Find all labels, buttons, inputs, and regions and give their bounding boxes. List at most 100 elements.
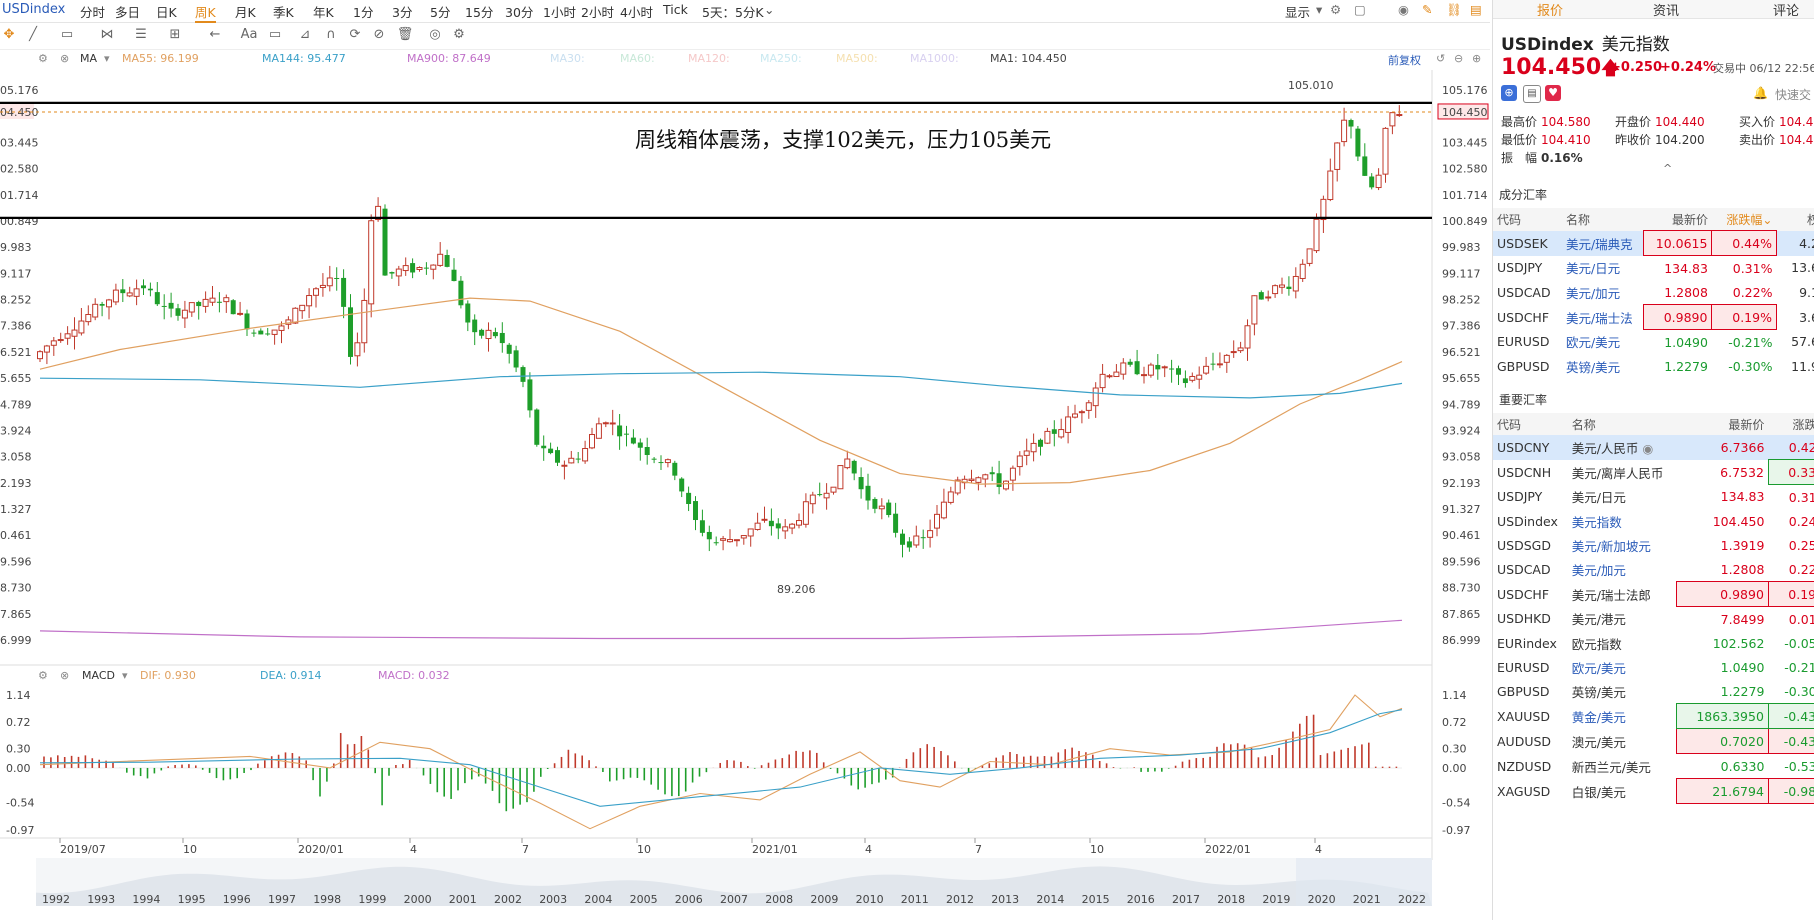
tab-timeframe-tick[interactable]: Tick	[663, 2, 688, 17]
symbol-label[interactable]: USDindex	[2, 2, 65, 17]
table-row[interactable]: USDHKD 美元/港元 7.8499 0.01%	[1493, 607, 1814, 632]
table-row[interactable]: USDSGD 美元/新加坡元 1.3919 0.25%	[1493, 533, 1814, 557]
table-row[interactable]: GBPUSD 英镑/美元 1.2279 -0.30% 11.9	[1493, 354, 1814, 378]
table-row[interactable]: EURindex 欧元指数 102.562 -0.05%	[1493, 631, 1814, 655]
comment-tool-icon[interactable]: ▭	[266, 27, 284, 43]
candle-up	[1292, 275, 1299, 292]
col-price[interactable]: 最新价	[1677, 413, 1769, 435]
globe-icon[interactable]: ⊕	[1501, 85, 1517, 101]
tab-timeframe-5min[interactable]: 5分	[430, 2, 450, 21]
table-row[interactable]: USDJPY 美元/日元 134.83 0.31%	[1493, 485, 1814, 510]
eye-icon[interactable]: ◉	[1642, 441, 1653, 456]
adjust-button[interactable]: 前复权	[1388, 52, 1421, 68]
price-axis-label: 99.983	[1442, 241, 1481, 254]
text-tool-icon[interactable]: Aa	[240, 27, 258, 43]
tab-timeframe-15min[interactable]: 15分	[465, 2, 493, 21]
pen-icon[interactable]: ✎	[1422, 2, 1432, 17]
tab-timeframe-5day[interactable]: 5天：5分K	[702, 2, 764, 21]
trash-icon[interactable]: 🗑	[396, 27, 414, 43]
camera-icon[interactable]: ◉	[1398, 2, 1409, 17]
tab-timeframe-2h[interactable]: 2小时	[581, 2, 614, 21]
ma-indicator-label[interactable]: MA	[80, 52, 97, 65]
table-row[interactable]: NZDUSD 新西兰元/美元 0.6330 -0.53%	[1493, 754, 1814, 779]
line-tool-icon[interactable]: ╱	[24, 27, 42, 43]
ruler-tool-icon[interactable]: ⊿	[296, 27, 314, 43]
year-axis-label: 2012	[946, 893, 974, 906]
tab-timeframe-month[interactable]: 月K	[235, 2, 256, 21]
display-menu[interactable]: 显示	[1285, 2, 1310, 21]
table-row[interactable]: XAUUSD 黄金/美元 1863.3950-0.43%	[1493, 703, 1814, 729]
col-change[interactable]: 涨跌幅⌄	[1712, 208, 1777, 231]
tab-timeframe-year[interactable]: 年K	[313, 2, 334, 21]
plus-icon[interactable]: ⊕	[1472, 52, 1481, 65]
link-icon[interactable]: ⛓	[1446, 2, 1462, 18]
measure-tool-icon[interactable]: ⊞	[166, 27, 184, 43]
tab-timeframe-quarter[interactable]: 季K	[273, 2, 294, 21]
col-change[interactable]: 涨跌幅	[1768, 413, 1814, 435]
tab-timeframe-4h[interactable]: 4小时	[620, 2, 653, 21]
table-row[interactable]: USDCHF 美元/瑞士法郎 0.98900.19%	[1493, 581, 1814, 607]
gear-icon[interactable]: ⚙	[38, 52, 48, 65]
row-code: USDCNH	[1497, 464, 1552, 480]
table-row[interactable]: USDCNH 美元/离岸人民币 6.75320.33%	[1493, 459, 1814, 485]
gear-icon[interactable]: ⚙	[450, 27, 468, 43]
tab-timeframe-1min[interactable]: 1分	[353, 2, 373, 21]
reset-icon[interactable]: ↺	[1436, 52, 1445, 65]
table-row[interactable]: USDCNY 美元/人民币 ◉ 6.7366 0.42%	[1493, 435, 1814, 460]
chevron-down-icon[interactable]: ▾	[122, 669, 128, 682]
macd-indicator-label[interactable]: MACD	[82, 669, 115, 682]
table-row[interactable]: XAGUSD 白银/美元 21.6794-0.98%	[1493, 778, 1814, 804]
bell-icon[interactable]: 🔔	[1753, 86, 1768, 100]
tab-timeframe-week[interactable]: 周K	[195, 2, 216, 23]
table-row[interactable]: USDCAD 美元/加元 1.2808 0.22% 9.1	[1493, 280, 1814, 305]
note-icon[interactable]: ▤	[1523, 85, 1541, 103]
table-row[interactable]: GBPUSD 英镑/美元 1.2279 -0.30%	[1493, 679, 1814, 704]
table-row[interactable]: USDindex 美元指数 104.450 0.24%	[1493, 509, 1814, 533]
table-row[interactable]: USDJPY 美元/日元 134.83 0.31% 13.6	[1493, 256, 1814, 281]
gear-icon[interactable]: ⚙	[1330, 2, 1341, 17]
tab-timeframe-fenshi[interactable]: 分时	[80, 2, 105, 21]
price-axis-label-left: 9.117	[0, 267, 32, 280]
hide-tool-icon[interactable]: ⊘	[370, 27, 388, 43]
tab-comments[interactable]: 评论	[1773, 0, 1799, 19]
crosshair-icon[interactable]: ✥	[0, 27, 18, 43]
layout-icon[interactable]: ▢	[1354, 2, 1366, 17]
arrow-tool-icon[interactable]: ←	[206, 27, 224, 43]
favorite-icon[interactable]: ♥	[1545, 85, 1561, 101]
candle-up	[361, 299, 368, 344]
sync-tool-icon[interactable]: ⟳	[346, 27, 364, 43]
document-icon[interactable]: ▤	[1470, 2, 1482, 17]
tab-timeframe-multiday[interactable]: 多日	[115, 2, 140, 21]
collapse-icon[interactable]: ^	[1663, 162, 1672, 175]
row-code: USDCNY	[1497, 439, 1550, 455]
candle-down	[382, 208, 388, 276]
minus-icon[interactable]: ⊖	[1454, 52, 1463, 65]
chevron-down-icon[interactable]: ▾	[104, 52, 110, 65]
table-row[interactable]: USDCAD 美元/加元 1.2808 0.22%	[1493, 557, 1814, 582]
table-row[interactable]: EURUSD 欧元/美元 1.0490 -0.21%	[1493, 655, 1814, 679]
col-price[interactable]: 最新价	[1643, 208, 1712, 231]
table-row[interactable]: AUDUSD 澳元/美元 0.7020-0.43%	[1493, 728, 1814, 754]
table-row[interactable]: EURUSD 欧元/美元 1.0490 -0.21% 57.6	[1493, 330, 1814, 355]
tab-timeframe-30min[interactable]: 30分	[505, 2, 533, 21]
chevron-down-icon[interactable]: ▾	[1316, 2, 1322, 17]
table-row[interactable]: USDCHF 美元/瑞士法 0.98900.19% 3.6	[1493, 304, 1814, 330]
quick-trade-button[interactable]: 快速交	[1775, 86, 1811, 103]
close-icon[interactable]: ⊗	[60, 669, 69, 682]
tab-timeframe-1h[interactable]: 1小时	[543, 2, 576, 21]
tab-timeframe-day[interactable]: 日K	[156, 2, 177, 21]
table-row[interactable]: USDSEK 美元/瑞典克 10.06150.44% 4.2	[1493, 230, 1814, 256]
close-icon[interactable]: ⊗	[60, 52, 69, 65]
row-name: 英镑/美元	[1571, 684, 1626, 700]
rect-tool-icon[interactable]: ▭	[58, 27, 76, 43]
tab-news[interactable]: 资讯	[1653, 0, 1679, 19]
gear-icon[interactable]: ⚙	[38, 669, 48, 682]
tab-timeframe-3min[interactable]: 3分	[392, 2, 412, 21]
eye-icon[interactable]: ◎	[426, 27, 444, 43]
fork-tool-icon[interactable]: ⋈	[98, 27, 116, 43]
fib-tool-icon[interactable]: ☰	[132, 27, 150, 43]
row-code: USDHKD	[1497, 611, 1551, 627]
tab-quote[interactable]: 报价	[1537, 0, 1563, 19]
chevron-down-icon[interactable]: ⌄	[764, 2, 774, 17]
magnet-tool-icon[interactable]: ∩	[322, 27, 340, 43]
